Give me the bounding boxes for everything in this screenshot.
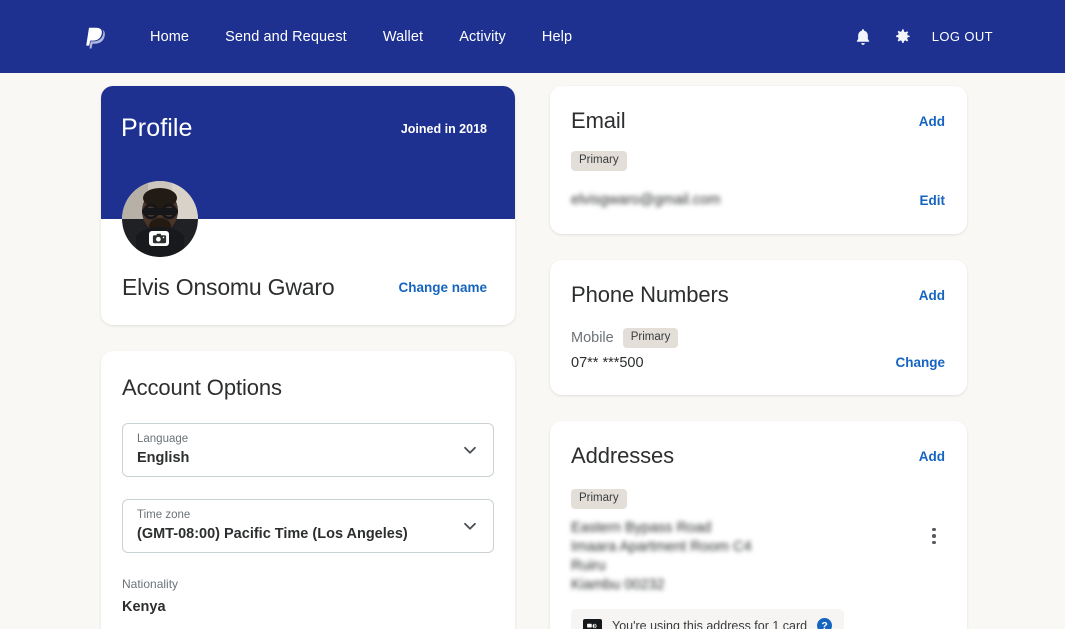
timezone-value: (GMT-08:00) Pacific Time (Los Angeles) bbox=[137, 526, 408, 542]
address-card-usage-note: You're using this address for 1 card ? bbox=[571, 609, 845, 629]
bell-icon[interactable] bbox=[852, 26, 874, 48]
kebab-menu-icon[interactable] bbox=[923, 523, 945, 549]
nationality-label: Nationality bbox=[122, 577, 179, 591]
chevron-down-icon bbox=[461, 517, 479, 535]
address-line: Imaara Apartment Room C4 bbox=[571, 539, 752, 555]
help-icon[interactable]: ? bbox=[817, 618, 833, 629]
email-value: elvisgwaro@gmail.com bbox=[571, 192, 721, 208]
credit-card-icon bbox=[583, 619, 602, 629]
camera-icon[interactable] bbox=[149, 231, 169, 246]
nationality-value: Kenya bbox=[122, 599, 166, 615]
nationality-field: Nationality Kenya bbox=[122, 577, 494, 618]
status-badge: Primary bbox=[622, 328, 679, 348]
chevron-down-icon bbox=[461, 441, 479, 459]
address-note-text: You're using this address for 1 card bbox=[612, 618, 808, 629]
address-line: Ruiru bbox=[571, 558, 606, 574]
nav-item-activity[interactable]: Activity bbox=[441, 21, 524, 53]
add-email-button[interactable]: Add bbox=[919, 114, 945, 129]
phone-numbers-card: Phone Numbers Add Mobile Primary 07** **… bbox=[550, 260, 967, 395]
nav-item-help[interactable]: Help bbox=[524, 21, 590, 53]
status-badge: Primary bbox=[571, 489, 627, 509]
add-phone-button[interactable]: Add bbox=[919, 288, 945, 303]
email-heading: Email bbox=[571, 108, 626, 133]
language-label: Language bbox=[137, 433, 189, 445]
left-column: Profile Joined in 2018 Elvis Onsomu Gwar… bbox=[101, 86, 515, 629]
language-select[interactable]: Language English bbox=[122, 423, 494, 477]
address-lines: Eastern Bypass Road Imaara Apartment Roo… bbox=[571, 519, 752, 595]
page-content: Profile Joined in 2018 Elvis Onsomu Gwar… bbox=[0, 73, 1065, 629]
account-options-card: Account Options Language English Time zo… bbox=[101, 351, 515, 629]
phone-number-value: 07** ***500 bbox=[571, 355, 644, 371]
logout-button[interactable]: LOG OUT bbox=[932, 29, 993, 44]
phone-type-label: Mobile bbox=[571, 330, 614, 346]
change-phone-link[interactable]: Change bbox=[895, 355, 945, 370]
gear-icon[interactable] bbox=[892, 26, 914, 48]
timezone-select[interactable]: Time zone (GMT-08:00) Pacific Time (Los … bbox=[122, 499, 494, 553]
status-badge: Primary bbox=[571, 151, 627, 171]
language-value: English bbox=[137, 450, 190, 466]
email-card: Email Add Primary elvisgwaro@gmail.com E… bbox=[550, 86, 967, 234]
addresses-heading: Addresses bbox=[571, 443, 675, 468]
address-line: Eastern Bypass Road bbox=[571, 520, 712, 536]
phone-heading: Phone Numbers bbox=[571, 282, 729, 307]
profile-card: Profile Joined in 2018 Elvis Onsomu Gwar… bbox=[101, 86, 515, 325]
timezone-label: Time zone bbox=[137, 509, 191, 521]
profile-name: Elvis Onsomu Gwaro bbox=[122, 274, 335, 300]
joined-date-text: Joined in 2018 bbox=[400, 122, 487, 136]
account-options-heading: Account Options bbox=[122, 375, 282, 400]
edit-email-link[interactable]: Edit bbox=[920, 193, 946, 208]
nav-right-actions: LOG OUT bbox=[852, 26, 993, 48]
nav-item-home[interactable]: Home bbox=[132, 21, 207, 53]
main-nav-links: Home Send and Request Wallet Activity He… bbox=[132, 21, 590, 53]
change-name-link[interactable]: Change name bbox=[398, 280, 487, 295]
avatar-wrapper[interactable] bbox=[122, 181, 198, 257]
page-title: Profile bbox=[121, 114, 193, 142]
right-column: Email Add Primary elvisgwaro@gmail.com E… bbox=[550, 86, 967, 629]
add-address-button[interactable]: Add bbox=[919, 449, 945, 464]
addresses-card: Addresses Add Primary Eastern Bypass Roa… bbox=[550, 421, 967, 629]
nav-item-wallet[interactable]: Wallet bbox=[365, 21, 441, 53]
top-navigation-bar: Home Send and Request Wallet Activity He… bbox=[0, 0, 1065, 73]
address-line: Kiambu 00232 bbox=[571, 577, 665, 593]
nav-item-send-and-request[interactable]: Send and Request bbox=[207, 21, 365, 53]
paypal-logo[interactable] bbox=[78, 20, 112, 54]
